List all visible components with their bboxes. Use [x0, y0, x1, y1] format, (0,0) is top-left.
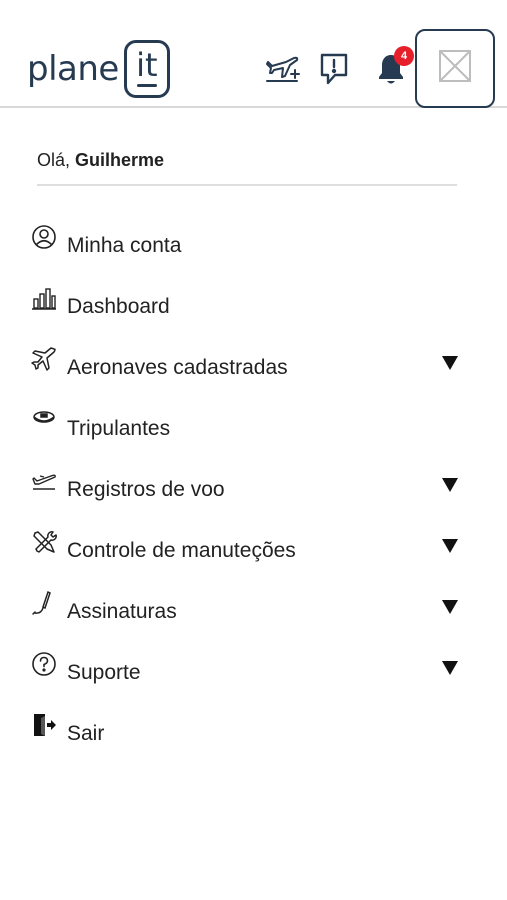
- menu-item-minha-conta[interactable]: Minha conta: [0, 220, 507, 270]
- tools-icon: [31, 529, 57, 555]
- takeoff-icon: [31, 468, 57, 494]
- menu-item-registros[interactable]: Registros de voo: [0, 464, 507, 514]
- menu-label: Assinaturas: [67, 600, 177, 623]
- logo-word: plane: [27, 49, 119, 89]
- menu-item-manutencoes[interactable]: Controle de manuteções: [0, 525, 507, 575]
- user-greeting: Olá, Guilherme: [37, 150, 164, 171]
- user-name: Guilherme: [75, 150, 165, 170]
- bar-chart-icon: [31, 285, 57, 311]
- menu-label: Registros de voo: [67, 478, 225, 501]
- user-circle-icon: [31, 224, 57, 250]
- menu-label: Minha conta: [67, 234, 182, 257]
- report-icon[interactable]: [315, 50, 353, 88]
- pilot-cap-icon: [31, 407, 57, 433]
- close-menu-button[interactable]: [415, 29, 495, 108]
- menu-item-dashboard[interactable]: Dashboard: [0, 281, 507, 331]
- menu-label: Suporte: [67, 661, 141, 684]
- chevron-down-icon[interactable]: [440, 657, 460, 677]
- menu-label: Aeronaves cadastradas: [67, 356, 288, 379]
- logout-icon: [31, 712, 57, 738]
- menu-label: Sair: [67, 722, 105, 745]
- planeit-logo[interactable]: plane it: [27, 38, 170, 100]
- menu-label: Tripulantes: [67, 417, 171, 440]
- menu-label: Dashboard: [67, 295, 170, 318]
- chevron-down-icon[interactable]: [440, 535, 460, 555]
- pen-icon: [31, 590, 57, 616]
- menu-item-aeronaves[interactable]: Aeronaves cadastradas: [0, 342, 507, 392]
- menu-item-tripulantes[interactable]: Tripulantes: [0, 403, 507, 453]
- app-header: plane it 4: [0, 0, 507, 108]
- airplane-icon: [31, 346, 57, 372]
- plane-add-icon[interactable]: [264, 50, 302, 88]
- chevron-down-icon[interactable]: [440, 352, 460, 372]
- greeting-prefix: Olá,: [37, 150, 71, 170]
- question-circle-icon: [31, 651, 57, 677]
- menu-item-suporte[interactable]: Suporte: [0, 647, 507, 697]
- chevron-down-icon[interactable]: [440, 596, 460, 616]
- menu-item-assinaturas[interactable]: Assinaturas: [0, 586, 507, 636]
- notification-badge: 4: [394, 46, 414, 66]
- chevron-down-icon[interactable]: [440, 474, 460, 494]
- greeting-divider: [37, 184, 457, 186]
- close-icon: [438, 49, 472, 88]
- logo-box: it: [123, 40, 170, 98]
- menu-item-sair[interactable]: Sair: [0, 708, 507, 758]
- menu-label: Controle de manuteções: [67, 539, 296, 562]
